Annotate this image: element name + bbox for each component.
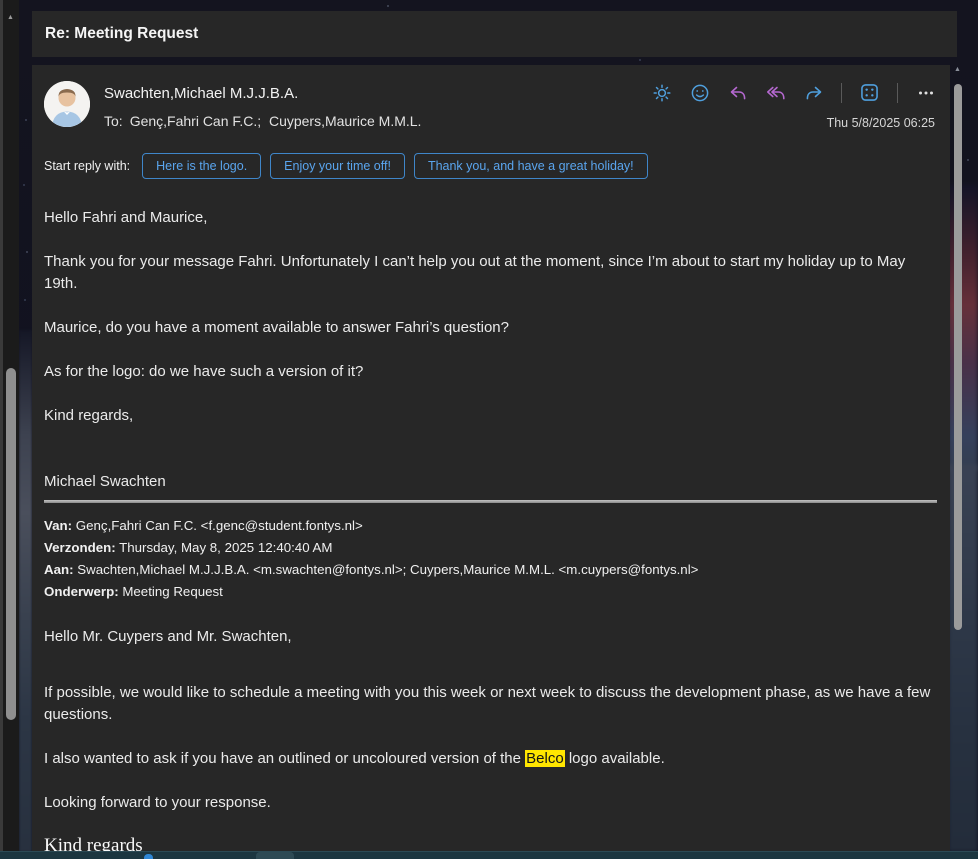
quoted-header-value: Thursday, May 8, 2025 12:40:40 AM [119,540,332,555]
quoted-header-to: Aan: Swachten,Michael M.J.J.B.A. <m.swac… [44,559,937,581]
suggested-reply-button-1[interactable]: Here is the logo. [142,153,261,179]
message-toolbar [651,82,936,103]
search-highlight: Belco [525,750,565,767]
logo-text-pre: I also wanted to ask if you have an outl… [44,750,525,767]
quoted-paragraph: Looking forward to your response. [44,792,937,814]
suggested-replies-row: Start reply with: Here is the logo. Enjo… [44,153,648,179]
wallpaper-left-sliver [19,330,32,852]
forward-icon[interactable] [803,82,824,103]
taskbar-app-tab[interactable] [256,852,294,859]
sender-avatar[interactable] [44,81,90,127]
suggested-reply-button-2[interactable]: Enjoy your time off! [270,153,405,179]
right-scrollbar-thumb[interactable] [954,84,962,630]
suggested-reply-button-3[interactable]: Thank you, and have a great holiday! [414,153,648,179]
email-subject: Re: Meeting Request [45,11,198,57]
recipients[interactable]: Genç,Fahri Can F.C.; Cuypers,Maurice M.M… [130,113,422,129]
body-paragraph: Thank you for your message Fahri. Unfort… [44,251,937,295]
toolbar-separator [897,83,898,103]
quoted-paragraph: Hello Mr. Cuypers and Mr. Swachten, [44,626,937,648]
email-message-card: Swachten,Michael M.J.J.B.A. To: Genç,Fahr… [32,65,950,851]
toolbar-separator [841,83,842,103]
subject-bar: Re: Meeting Request [32,11,957,57]
logo-text-post: logo available. [565,750,665,767]
body-paragraph: As for the logo: do we have such a versi… [44,361,937,383]
reply-all-icon[interactable] [765,82,786,103]
apps-grid-icon[interactable] [859,82,880,103]
quoted-message-body: Hello Mr. Cuypers and Mr. Swachten, If p… [44,626,937,851]
taskbar-sliver [0,851,978,859]
wallpaper-right-nebula [948,185,978,470]
quoted-header-label: Aan: [44,562,74,577]
to-label: To: [104,113,123,129]
quoted-signoff: Kind regards [44,834,937,851]
more-actions-icon[interactable] [915,82,936,103]
quoted-header-label: Verzonden: [44,540,116,555]
sender-signature: Michael Swachten [44,471,937,493]
body-paragraph: Kind regards, [44,405,937,427]
left-scrollbar-track[interactable]: ▲ [0,0,19,859]
scroll-up-arrow-icon[interactable]: ▲ [7,14,14,21]
wallpaper-right-lower [948,465,978,852]
taskbar-app-icon[interactable] [144,854,153,859]
message-body: Hello Fahri and Maurice, Thank you for y… [44,207,937,851]
quoted-header-value: Swachten,Michael M.J.J.B.A. <m.swachten@… [77,562,698,577]
suggested-replies-label: Start reply with: [44,159,130,173]
avatar-photo [44,81,90,127]
left-scrollbar-thumb[interactable] [6,368,16,720]
screen: ▲ Re: Meeting Request Swachten,Michael M… [0,0,978,859]
quoted-header-from: Van: Genç,Fahri Can F.C. <f.genc@student… [44,515,937,537]
emoji-reaction-icon[interactable] [689,82,710,103]
recipients-line: To: Genç,Fahri Can F.C.; Cuypers,Maurice … [104,113,421,129]
message-date: Thu 5/8/2025 06:25 [827,116,935,130]
reply-icon[interactable] [727,82,748,103]
quoted-paragraph: If possible, we would like to schedule a… [44,682,937,726]
quoted-header-label: Onderwerp: [44,584,119,599]
quoted-header-subject: Onderwerp: Meeting Request [44,581,937,603]
sender-name[interactable]: Swachten,Michael M.J.J.B.A. [104,85,298,102]
scroll-up-arrow-icon[interactable]: ▲ [954,66,961,73]
body-paragraph: Hello Fahri and Maurice, [44,207,937,229]
quoted-paragraph-logo: I also wanted to ask if you have an outl… [44,748,937,770]
body-paragraph: Maurice, do you have a moment available … [44,317,937,339]
quoted-header-value: Genç,Fahri Can F.C. <f.genc@student.font… [76,518,363,533]
quoted-header-sent: Verzonden: Thursday, May 8, 2025 12:40:4… [44,537,937,559]
signature-divider [44,500,937,503]
quoted-header-value: Meeting Request [122,584,223,599]
brightness-icon[interactable] [651,82,672,103]
quoted-header-label: Van: [44,518,72,533]
